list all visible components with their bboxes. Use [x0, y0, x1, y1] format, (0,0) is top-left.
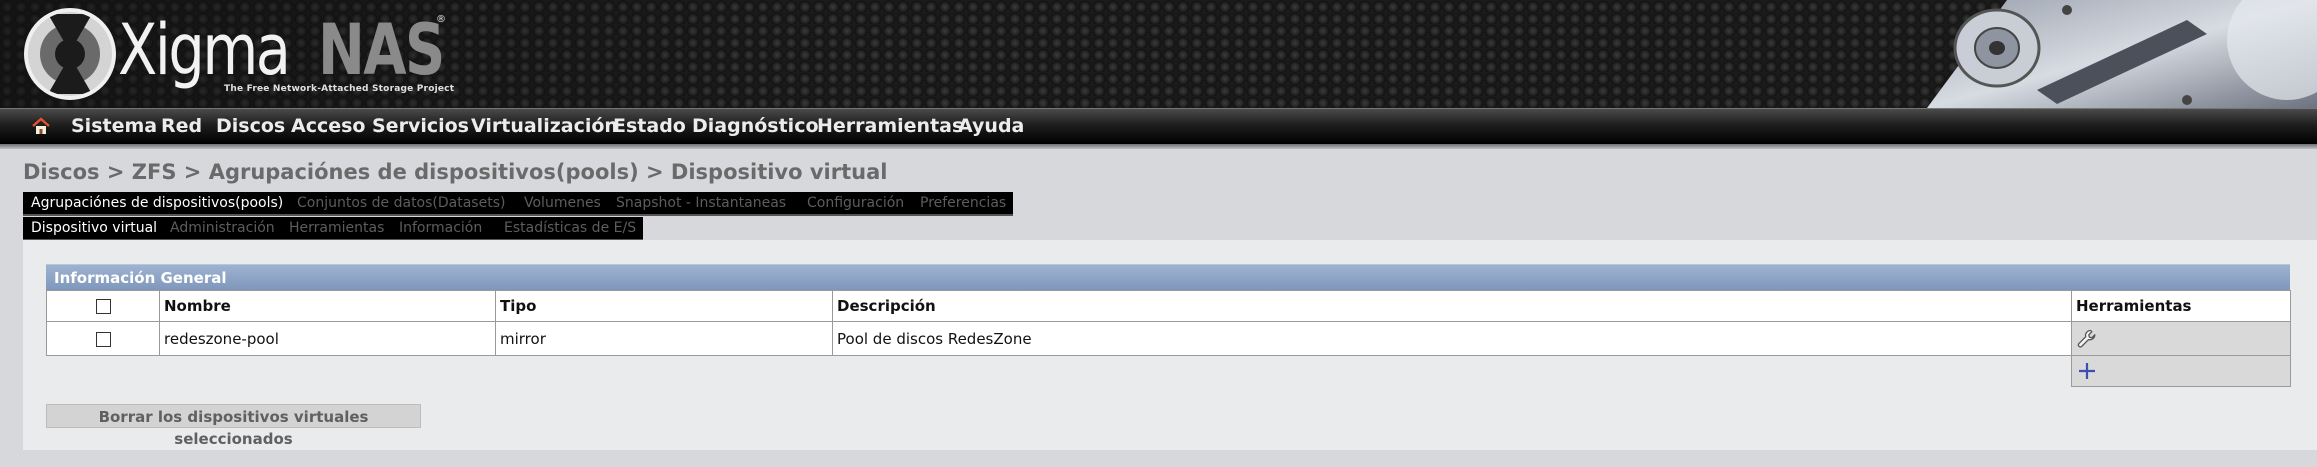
row-select-cell	[46, 321, 160, 356]
breadcrumb-separator: >	[645, 160, 664, 184]
tab-volumenes[interactable]: Volumenes	[524, 192, 601, 214]
nav-acceso[interactable]: Acceso	[291, 109, 365, 144]
table-header-row: Nombre Tipo Descripción Herramientas	[46, 290, 2291, 322]
delete-selected-button[interactable]: Borrar los dispositivos virtuales selecc…	[46, 404, 421, 448]
column-header-descripcion[interactable]: Descripción	[832, 290, 2072, 322]
xigmanas-logo-icon	[24, 8, 116, 100]
section-title: Información General	[46, 264, 2290, 290]
breadcrumb-zfs[interactable]: ZFS	[132, 160, 177, 184]
select-all-cell	[46, 290, 160, 322]
tab-estadisticas[interactable]: Estadísticas de E/S	[504, 217, 636, 239]
table-row[interactable]: redeszone-pool mirror Pool de discos Red…	[46, 321, 2291, 356]
nav-discos[interactable]: Discos	[216, 109, 285, 144]
cell-descripcion: Pool de discos RedesZone	[832, 321, 2072, 356]
breadcrumb-pools[interactable]: Agrupaciónes de dispositivos(pools)	[209, 160, 639, 184]
tab-preferencias[interactable]: Preferencias	[920, 192, 1006, 214]
logo-registered-mark: ®	[436, 14, 446, 25]
plus-icon[interactable]	[2076, 360, 2098, 382]
tab-pools[interactable]: Agrupaciónes de dispositivos(pools)	[31, 192, 283, 214]
nav-virtualizacion[interactable]: Virtualización	[471, 109, 618, 144]
breadcrumb: Discos > ZFS > Agrupaciónes de dispositi…	[23, 157, 887, 187]
logo-tagline: The Free Network-Attached Storage Projec…	[224, 84, 455, 94]
tab-datasets[interactable]: Conjuntos de datos(Datasets)	[297, 192, 505, 214]
breadcrumb-separator: >	[106, 160, 125, 184]
main-navigation: Sistema Red Discos Acceso Servicios Virt…	[0, 108, 2317, 144]
nav-sistema[interactable]: Sistema	[71, 109, 157, 144]
tab-administracion[interactable]: Administración	[170, 217, 275, 239]
hard-drive-illustration	[1927, 0, 2317, 108]
nav-herramientas[interactable]: Herramientas	[817, 109, 963, 144]
add-cell	[2071, 355, 2291, 387]
select-all-checkbox[interactable]	[95, 299, 111, 314]
cell-nombre: redeszone-pool	[159, 321, 496, 356]
nav-ayuda[interactable]: Ayuda	[958, 109, 1024, 144]
nav-servicios[interactable]: Servicios	[372, 109, 469, 144]
nav-diagnostico[interactable]: Diagnóstico	[692, 109, 819, 144]
add-row	[47, 355, 2291, 387]
nav-estado[interactable]: Estado	[613, 109, 686, 144]
tab-dispositivo-virtual[interactable]: Dispositivo virtual	[31, 217, 157, 239]
column-header-herramientas: Herramientas	[2071, 290, 2291, 322]
nav-red[interactable]: Red	[161, 109, 202, 144]
row-checkbox[interactable]	[95, 331, 111, 347]
cell-herramientas	[2071, 321, 2291, 356]
column-header-tipo[interactable]: Tipo	[495, 290, 833, 322]
breadcrumb-virtual-device[interactable]: Dispositivo virtual	[671, 160, 888, 184]
primary-tab-bar: Agrupaciónes de dispositivos(pools) Conj…	[23, 192, 1013, 216]
column-header-nombre[interactable]: Nombre	[159, 290, 496, 322]
app-header: Xigma NAS ® The Free Network-Attached St…	[0, 0, 2317, 108]
virtual-device-table: Nombre Tipo Descripción Herramientas red…	[46, 290, 2291, 387]
wrench-icon[interactable]	[2076, 328, 2098, 350]
breadcrumb-separator: >	[183, 160, 202, 184]
xigmanas-logo[interactable]: Xigma NAS ® The Free Network-Attached St…	[18, 2, 458, 102]
nav-shadow-bar	[0, 144, 2317, 149]
add-row-spacer	[47, 356, 2072, 387]
cell-tipo: mirror	[495, 321, 833, 356]
home-icon[interactable]	[31, 116, 51, 136]
tab-configuracion[interactable]: Configuración	[807, 192, 904, 214]
breadcrumb-discos[interactable]: Discos	[23, 160, 100, 184]
tab-snapshots[interactable]: Snapshot - Instantaneas	[616, 192, 786, 214]
tab-informacion[interactable]: Información	[399, 217, 482, 239]
tab-herramientas[interactable]: Herramientas	[289, 217, 384, 239]
secondary-tab-bar: Dispositivo virtual Administración Herra…	[23, 217, 643, 241]
